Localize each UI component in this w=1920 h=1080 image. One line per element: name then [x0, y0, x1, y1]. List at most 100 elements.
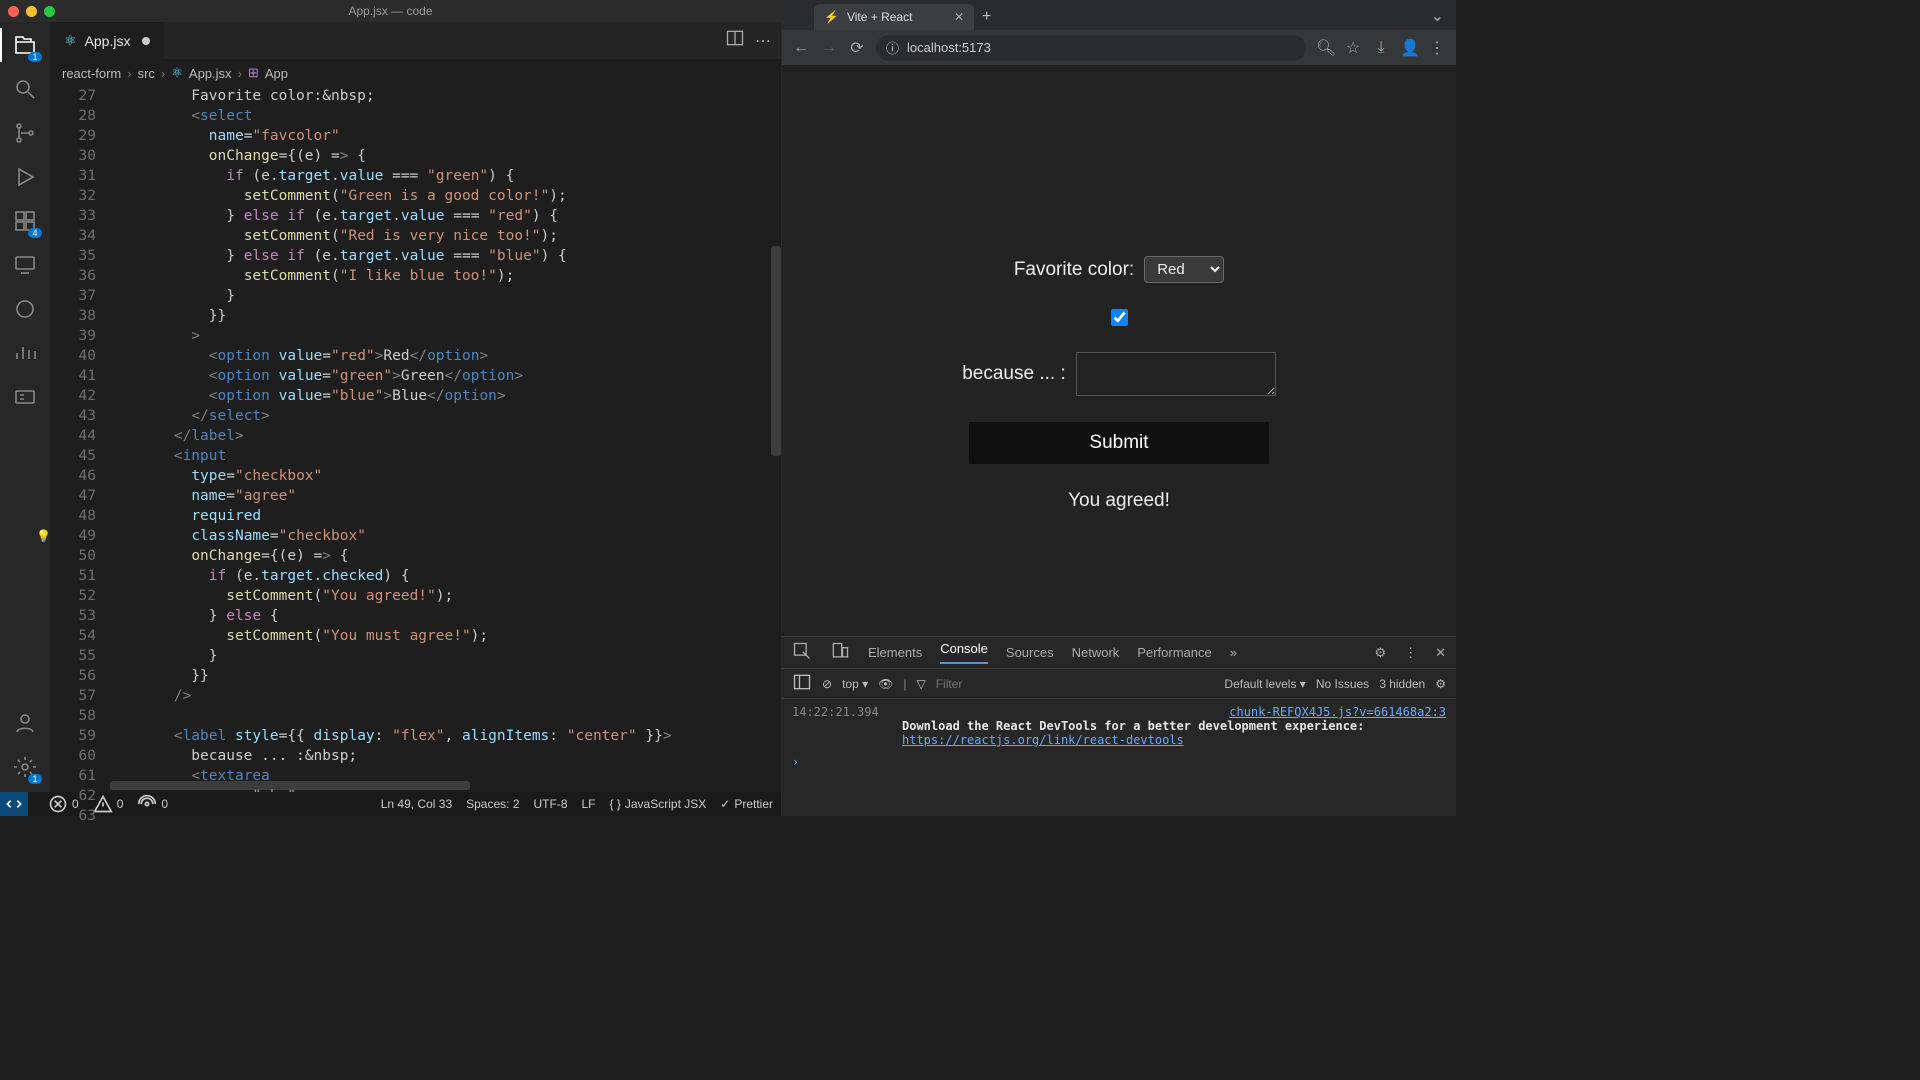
breadcrumb-item[interactable]: App: [265, 66, 288, 81]
vscode-window: App.jsx — code 1 4: [0, 0, 782, 816]
split-editor-icon[interactable]: [725, 28, 745, 53]
more-actions-icon[interactable]: ⋯: [755, 31, 771, 51]
extensions-icon[interactable]: 4: [12, 208, 38, 234]
account-icon[interactable]: [12, 710, 38, 736]
minimize-window-icon[interactable]: [26, 6, 37, 17]
log-levels[interactable]: Default levels ▾: [1224, 677, 1305, 691]
breadcrumb[interactable]: react-form › src › ⚛ App.jsx › ⊞ App: [50, 60, 781, 86]
new-tab-button[interactable]: +: [974, 8, 999, 30]
settings-badge: 1: [28, 774, 42, 784]
bookmark-icon[interactable]: ☆: [1344, 38, 1362, 58]
graph-icon[interactable]: [12, 340, 38, 366]
status-cursor[interactable]: Ln 49, Col 33: [381, 797, 452, 811]
status-spaces[interactable]: Spaces: 2: [466, 797, 519, 811]
hidden-count[interactable]: 3 hidden: [1379, 677, 1425, 691]
issues-indicator[interactable]: No Issues: [1316, 677, 1369, 691]
vscode-titlebar: App.jsx — code: [0, 0, 781, 22]
zoom-window-icon[interactable]: [44, 6, 55, 17]
context-selector[interactable]: top ▾: [842, 677, 868, 691]
because-textarea[interactable]: [1076, 352, 1276, 396]
extensions-badge: 4: [28, 228, 42, 238]
run-debug-icon[interactable]: [12, 164, 38, 190]
console-prompt[interactable]: ›: [792, 755, 1446, 769]
inspect-icon[interactable]: [792, 641, 812, 664]
window-title: App.jsx — code: [0, 4, 781, 18]
back-button-icon[interactable]: ←: [792, 39, 810, 57]
log-url[interactable]: https://reactjs.org/link/react-devtools: [902, 733, 1446, 747]
function-icon: ⊞: [248, 65, 259, 81]
profile-icon[interactable]: 👤: [1400, 38, 1418, 58]
live-expression-icon[interactable]: 👁: [878, 677, 893, 691]
tab-title: Vite + React: [847, 10, 912, 24]
browser-window: ⚡ Vite + React ✕ + ⌄ ← → ⟳ ⓘ localhost:5…: [782, 0, 1456, 816]
devtools-menu-icon[interactable]: ⋮: [1404, 645, 1417, 661]
menu-icon[interactable]: ⋮: [1428, 38, 1446, 58]
submit-button[interactable]: Submit: [969, 422, 1269, 464]
code-content[interactable]: Favorite color:&nbsp; <select name="favc…: [104, 86, 781, 792]
dirty-dot-icon: [142, 37, 150, 45]
scrollbar-vertical[interactable]: [771, 246, 781, 456]
breadcrumb-item[interactable]: App.jsx: [189, 66, 232, 81]
status-prettier[interactable]: ✓ Prettier: [720, 797, 773, 811]
reload-button-icon[interactable]: ⟳: [848, 38, 866, 58]
vite-icon: ⚡: [824, 10, 839, 24]
chevron-right-icon: ›: [238, 66, 242, 81]
devtools-settings-icon[interactable]: ⚙: [1374, 645, 1386, 661]
forward-button-icon[interactable]: →: [820, 39, 838, 57]
devtools-close-icon[interactable]: ✕: [1435, 645, 1446, 661]
site-info-icon[interactable]: ⓘ: [886, 38, 899, 57]
favorite-color-select[interactable]: RedGreenBlue: [1144, 256, 1224, 283]
page-content: Favorite color: RedGreenBlue because ...…: [782, 66, 1456, 636]
traffic-lights[interactable]: [8, 6, 55, 17]
toggle-sidebar-icon[interactable]: [792, 672, 812, 695]
search-icon[interactable]: 🔍︎: [1316, 38, 1334, 58]
status-bar: 0 0 0 Ln 49, Col 33 Spaces: 2 UTF-8 LF {…: [0, 792, 781, 816]
status-eol[interactable]: LF: [582, 797, 596, 811]
status-encoding[interactable]: UTF-8: [534, 797, 568, 811]
close-window-icon[interactable]: [8, 6, 19, 17]
devtools-tab-network[interactable]: Network: [1072, 645, 1120, 660]
tab-app-jsx[interactable]: ⚛ App.jsx: [50, 22, 165, 59]
status-lang[interactable]: { } JavaScript JSX: [610, 797, 707, 811]
devtools-tab-performance[interactable]: Performance: [1137, 645, 1211, 660]
log-source[interactable]: chunk-REFQX4J5.js?v=661468a2:3: [1229, 705, 1446, 719]
devtools-tab-sources[interactable]: Sources: [1006, 645, 1054, 660]
console-toolbar: ⊘ top ▾ 👁 | ▽ Default levels ▾ No Issues…: [782, 669, 1456, 699]
react-file-icon: ⚛: [171, 65, 183, 81]
clear-console-icon[interactable]: ⊘: [822, 677, 832, 691]
editor-tabs: ⚛ App.jsx ⋯: [50, 22, 781, 60]
more-tabs-icon[interactable]: »: [1230, 645, 1237, 660]
console-filter-input[interactable]: [936, 677, 1091, 691]
status-port[interactable]: 0: [137, 794, 168, 814]
explorer-icon[interactable]: 1: [12, 32, 38, 58]
remote-explorer-icon[interactable]: [12, 252, 38, 278]
devtools-tab-console[interactable]: Console: [940, 641, 988, 664]
agree-checkbox[interactable]: [1111, 309, 1128, 326]
remote-indicator-icon[interactable]: [0, 792, 28, 816]
browser-toolbar: ← → ⟳ ⓘ localhost:5173 🔍︎ ☆ ⤓ 👤 ⋮: [782, 30, 1456, 66]
address-bar[interactable]: ⓘ localhost:5173: [876, 35, 1306, 61]
download-icon[interactable]: ⤓: [1372, 39, 1390, 57]
search-icon[interactable]: [12, 76, 38, 102]
console-settings-icon[interactable]: ⚙: [1435, 677, 1446, 691]
chevron-right-icon: ›: [127, 66, 131, 81]
browser-tab[interactable]: ⚡ Vite + React ✕: [814, 4, 974, 30]
devtools-tab-elements[interactable]: Elements: [868, 645, 922, 660]
source-control-icon[interactable]: [12, 120, 38, 146]
code-editor[interactable]: 2728293031323334353637383940414243444546…: [50, 86, 781, 792]
console-output[interactable]: 14:22:21.394 chunk-REFQX4J5.js?v=661468a…: [782, 699, 1456, 816]
breadcrumb-item[interactable]: src: [138, 66, 155, 81]
device-toggle-icon[interactable]: [830, 641, 850, 664]
scrollbar-horizontal[interactable]: [110, 781, 470, 790]
chevron-down-icon[interactable]: ⌄: [1431, 6, 1450, 30]
api-explorer-icon[interactable]: [12, 296, 38, 322]
close-tab-icon[interactable]: ✕: [954, 10, 964, 24]
status-warnings[interactable]: 0: [93, 794, 124, 814]
comment-text: You agreed!: [1068, 490, 1170, 512]
log-text: Download the React DevTools for a better…: [902, 719, 1446, 733]
breadcrumb-item[interactable]: react-form: [62, 66, 121, 81]
favorite-color-label: Favorite color:: [1014, 259, 1134, 281]
dev-container-icon[interactable]: [12, 384, 38, 410]
settings-icon[interactable]: 1: [12, 754, 38, 780]
devtools: Elements Console Sources Network Perform…: [782, 636, 1456, 816]
